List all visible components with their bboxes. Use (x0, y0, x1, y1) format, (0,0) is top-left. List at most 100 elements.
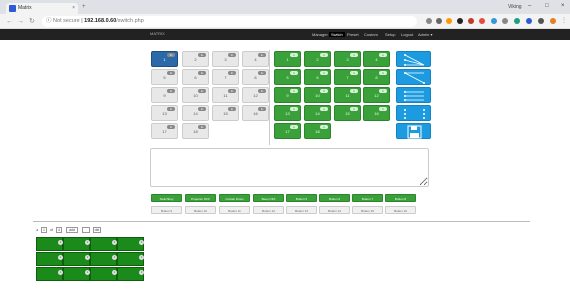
info-icon[interactable]: ⓘ (46, 18, 52, 24)
output-button-5[interactable]: 51 (274, 69, 301, 85)
nav-setup[interactable]: Setup (385, 32, 395, 37)
input-button-16[interactable]: 16 In (242, 105, 269, 121)
share-icon[interactable] (436, 18, 442, 24)
grid-cell[interactable]: × (63, 237, 90, 251)
macro-button[interactable]: Button 11 (219, 206, 250, 214)
browser-tab[interactable]: Matrix × (6, 3, 78, 14)
input-button-18[interactable]: 18 In (182, 123, 209, 139)
extension-icon[interactable] (491, 18, 497, 24)
input-button-1[interactable]: 1 In (151, 51, 178, 67)
extension-icon[interactable] (502, 18, 508, 24)
extension-icon[interactable] (526, 18, 532, 24)
macro-button[interactable]: Button 16 (385, 206, 416, 214)
delete-button[interactable]: del (93, 227, 101, 233)
grid-cell[interactable]: × (36, 267, 63, 281)
close-window-button[interactable]: × (561, 3, 565, 9)
forward-arrow-icon[interactable]: → (17, 17, 24, 26)
nav-switch[interactable]: Switch (329, 32, 345, 37)
nav-logout[interactable]: Logout (401, 32, 413, 37)
tool-route-all-button[interactable] (396, 51, 431, 67)
macro-button[interactable]: Button 15 (352, 206, 383, 214)
address-bar[interactable]: ⓘ Not secure | 192.168.0.60/switch.php (42, 16, 417, 27)
input-button-9[interactable]: 9 In (151, 87, 178, 103)
minimize-button[interactable]: – (528, 3, 531, 9)
grid-cell[interactable]: × (36, 252, 63, 266)
output-button-6[interactable]: 61 (304, 69, 331, 85)
output-button-2[interactable]: 21 (304, 51, 331, 67)
zoom-icon[interactable] (426, 18, 432, 24)
output-button-12[interactable]: 12 1 (363, 87, 390, 103)
remove-icon[interactable]: × (139, 255, 144, 260)
add-button[interactable]: add (66, 227, 78, 233)
extension-icon[interactable] (538, 18, 544, 24)
input-button-5[interactable]: 5 In (151, 69, 178, 85)
macro-button[interactable]: Switchboy (151, 194, 182, 202)
output-button-16[interactable]: 16 1 (363, 105, 390, 121)
input-button-15[interactable]: 15 In (212, 105, 239, 121)
tool-parallel-button[interactable] (396, 87, 431, 103)
output-button-7[interactable]: 71 (334, 69, 361, 85)
input-button-7[interactable]: 7 In (212, 69, 239, 85)
grid-cell[interactable]: × (90, 267, 117, 281)
prev-page-icon[interactable]: ◂ (36, 227, 38, 233)
back-arrow-icon[interactable]: ← (6, 17, 13, 26)
nav-admin[interactable]: Admin ▾ (418, 32, 432, 37)
menu-kebab-icon[interactable]: ⋮ (561, 17, 567, 26)
output-button-18[interactable]: 18 1 (304, 123, 331, 139)
output-button-14[interactable]: 14 1 (304, 105, 331, 121)
extension-icon[interactable] (550, 18, 556, 24)
grid-cell[interactable]: × (63, 267, 90, 281)
input-button-4[interactable]: 4 In (242, 51, 269, 67)
total-input[interactable]: 4 (56, 227, 62, 233)
output-button-15[interactable]: 15 1 (334, 105, 361, 121)
grid-cell[interactable]: × (63, 252, 90, 266)
output-button-11[interactable]: 11 1 (334, 87, 361, 103)
input-button-13[interactable]: 13 In (151, 105, 178, 121)
remove-icon[interactable]: × (139, 240, 144, 245)
output-button-17[interactable]: 17 1 (274, 123, 301, 139)
tool-disconnect-button[interactable] (396, 105, 431, 121)
grid-cell[interactable]: × (90, 237, 117, 251)
extension-icon[interactable] (479, 18, 485, 24)
output-button-13[interactable]: 13 1 (274, 105, 301, 121)
grid-cell[interactable]: × (36, 237, 63, 251)
nav-custom[interactable]: Custom (364, 32, 378, 37)
input-button-6[interactable]: 6 In (182, 69, 209, 85)
macro-button[interactable]: Button 8 (385, 194, 416, 202)
tool-save-button[interactable] (396, 123, 431, 139)
command-log-textarea[interactable] (150, 148, 429, 187)
macro-button[interactable]: Button 14 (319, 206, 350, 214)
star-icon[interactable] (446, 18, 452, 24)
macro-button[interactable]: Button 12 (253, 206, 284, 214)
extension-icon[interactable] (514, 18, 520, 24)
app-brand[interactable]: MATRIX (150, 31, 165, 36)
grid-cell[interactable]: × (117, 252, 144, 266)
input-button-12[interactable]: 12 In (242, 87, 269, 103)
tool-route-one-button[interactable] (396, 69, 431, 85)
output-button-3[interactable]: 31 (334, 51, 361, 67)
nav-preset[interactable]: Preset (347, 32, 359, 37)
remove-icon[interactable]: × (139, 270, 144, 275)
macro-button[interactable]: Button 13 (286, 206, 317, 214)
output-button-4[interactable]: 41 (363, 51, 390, 67)
output-button-1[interactable]: 11 (274, 51, 301, 67)
macro-button[interactable]: Button 7 (352, 194, 383, 202)
tab-close-icon[interactable]: × (72, 3, 75, 14)
output-button-10[interactable]: 10 1 (304, 87, 331, 103)
macro-button[interactable]: Button 5 (286, 194, 317, 202)
input-button-8[interactable]: 8 In (242, 69, 269, 85)
page-input[interactable]: 1 (41, 227, 47, 233)
macro-button[interactable]: Beep OFF (253, 194, 284, 202)
extension-icon[interactable] (457, 18, 463, 24)
grid-cell[interactable]: × (117, 267, 144, 281)
nav-manager[interactable]: Manager (312, 32, 328, 37)
output-button-8[interactable]: 81 (363, 69, 390, 85)
input-button-3[interactable]: 3 In (212, 51, 239, 67)
macro-button[interactable]: Button 6 (319, 194, 350, 202)
input-button-2[interactable]: 2 In (182, 51, 209, 67)
macro-button[interactable]: Curtain Down (219, 194, 250, 202)
output-button-9[interactable]: 91 (274, 87, 301, 103)
input-button-10[interactable]: 10 In (182, 87, 209, 103)
page-size-input[interactable] (82, 227, 90, 233)
grid-cell[interactable]: × (117, 237, 144, 251)
